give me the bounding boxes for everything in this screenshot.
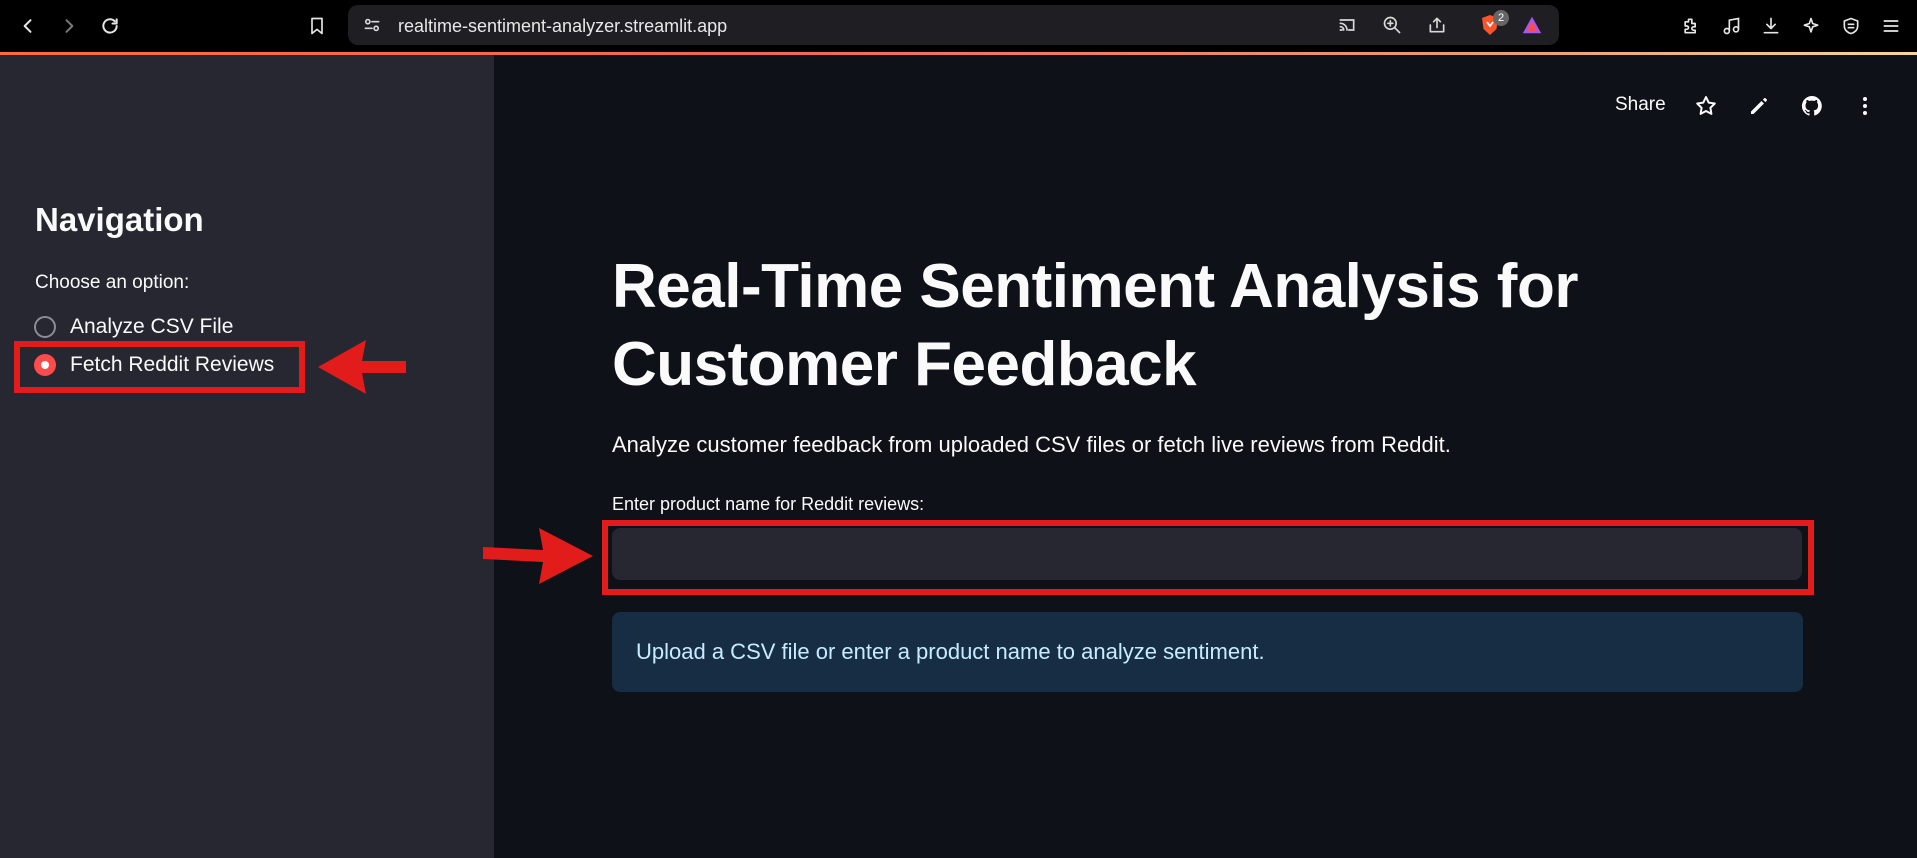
leo-ai-icon[interactable] bbox=[1797, 12, 1825, 40]
media-icon[interactable] bbox=[1717, 12, 1745, 40]
info-alert-text: Upload a CSV file or enter a product nam… bbox=[636, 639, 1265, 664]
annotation-highlight-radio bbox=[14, 341, 305, 393]
bookmark-button[interactable] bbox=[301, 10, 333, 42]
address-bar[interactable]: realtime-sentiment-analyzer.streamlit.ap… bbox=[348, 5, 1559, 45]
radio-option-label: Analyze CSV File bbox=[70, 315, 234, 338]
downloads-icon[interactable] bbox=[1757, 12, 1785, 40]
radio-group-label: Choose an option: bbox=[35, 272, 190, 293]
share-page-icon[interactable] bbox=[1425, 13, 1449, 37]
sidebar-title: Navigation bbox=[35, 201, 204, 238]
page-title: Real-Time Sentiment Analysis for Custome… bbox=[612, 252, 1578, 399]
radio-option-analyze-csv[interactable]: Analyze CSV File bbox=[34, 312, 233, 342]
site-info-icon[interactable] bbox=[360, 13, 384, 37]
reload-icon bbox=[102, 18, 118, 34]
product-name-label: Enter product name for Reddit reviews: bbox=[612, 494, 925, 514]
sidebar bbox=[0, 55, 494, 858]
bookmark-icon bbox=[311, 17, 323, 35]
forward-button[interactable] bbox=[53, 10, 85, 42]
brave-badge-count: 2 bbox=[1493, 10, 1509, 26]
page-description: Analyze customer feedback from uploaded … bbox=[612, 432, 1451, 457]
forward-arrow-icon bbox=[65, 19, 74, 33]
annotation-arrow-left-icon bbox=[318, 340, 406, 394]
star-icon[interactable] bbox=[1692, 92, 1720, 120]
annotation-highlight-input bbox=[602, 520, 1814, 595]
back-arrow-icon bbox=[23, 19, 32, 33]
radio-unselected-icon[interactable] bbox=[34, 316, 56, 338]
menu-icon[interactable] bbox=[1877, 12, 1905, 40]
browser-toolbar: realtime-sentiment-analyzer.streamlit.ap… bbox=[0, 0, 1917, 52]
extensions-icon[interactable] bbox=[1677, 12, 1705, 40]
back-button[interactable] bbox=[12, 10, 44, 42]
cast-icon[interactable] bbox=[1335, 13, 1359, 37]
github-icon[interactable] bbox=[1798, 92, 1826, 120]
brave-rewards-icon[interactable] bbox=[1520, 13, 1544, 37]
more-options-icon[interactable] bbox=[1851, 92, 1879, 120]
zoom-icon[interactable] bbox=[1380, 13, 1404, 37]
reload-button[interactable] bbox=[94, 10, 126, 42]
info-alert: Upload a CSV file or enter a product nam… bbox=[612, 612, 1803, 692]
share-button[interactable]: Share bbox=[1615, 94, 1666, 116]
edit-pencil-icon[interactable] bbox=[1745, 92, 1773, 120]
annotation-arrow-right-icon bbox=[483, 528, 593, 584]
url-text: realtime-sentiment-analyzer.streamlit.ap… bbox=[398, 16, 728, 36]
vpn-shield-icon[interactable] bbox=[1837, 12, 1865, 40]
